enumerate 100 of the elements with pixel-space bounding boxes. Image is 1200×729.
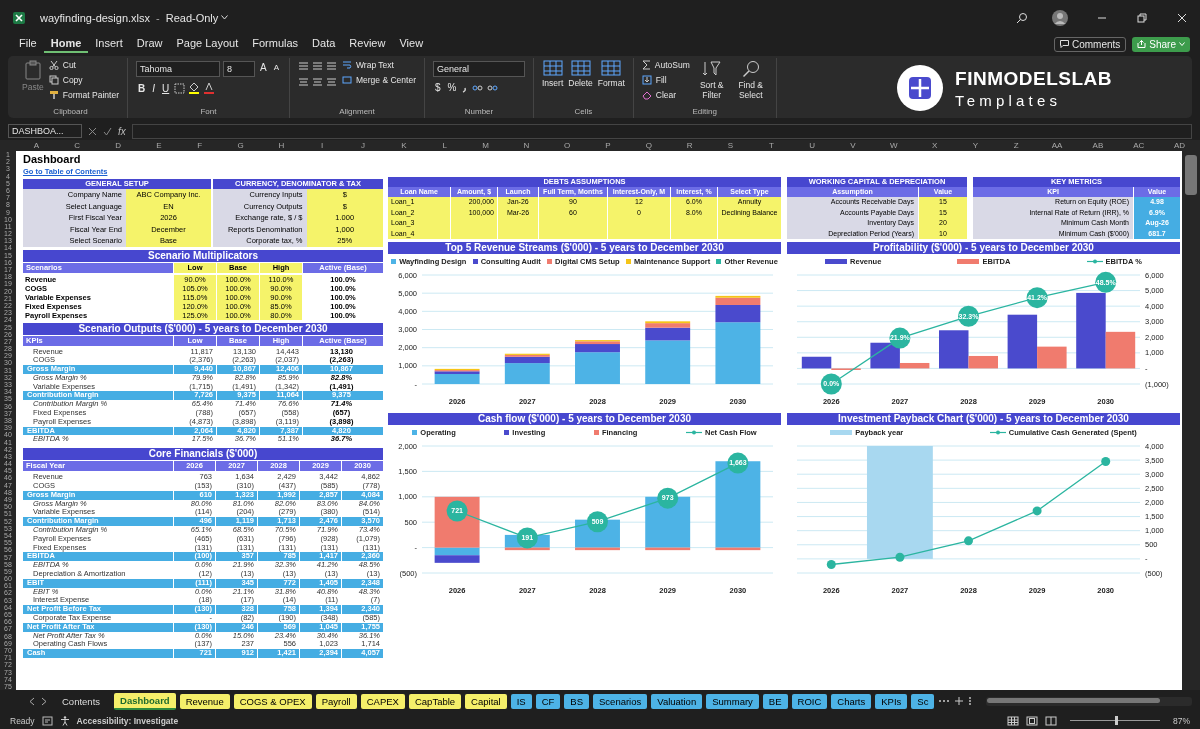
sheet-tab[interactable]: BE: [762, 693, 788, 709]
copy-button[interactable]: Copy: [48, 73, 119, 86]
check-icon[interactable]: [103, 126, 112, 136]
next-sheet-icon[interactable]: [40, 696, 48, 706]
column-header[interactable]: C: [56, 140, 98, 151]
menu-tab[interactable]: Formulas: [245, 35, 306, 53]
close-icon[interactable]: [1176, 11, 1188, 24]
font-style-button[interactable]: U: [160, 82, 172, 94]
fill-button[interactable]: Fill: [641, 73, 690, 86]
menu-tab[interactable]: Review: [342, 35, 393, 53]
zoom-level[interactable]: 87%: [1173, 715, 1190, 726]
shrink-font-button[interactable]: A: [271, 63, 281, 72]
column-header[interactable]: AD: [1159, 140, 1200, 151]
font-name-dropdown[interactable]: Tahoma: [135, 61, 220, 77]
vertical-align-icon[interactable]: [298, 61, 309, 71]
input-cell[interactable]: [671, 228, 717, 239]
sheet-tab[interactable]: BS: [564, 693, 589, 709]
vertical-align-icon[interactable]: [326, 61, 337, 71]
clear-button[interactable]: Clear: [641, 88, 690, 101]
increase-decimal-icon[interactable]: [472, 82, 485, 93]
input-cell[interactable]: [718, 228, 781, 239]
insert-function-button[interactable]: fx: [118, 125, 126, 137]
previous-sheet-icon[interactable]: [28, 696, 36, 706]
column-header[interactable]: AA: [1036, 140, 1078, 151]
column-header[interactable]: A: [16, 140, 57, 151]
page-layout-icon[interactable]: [1026, 715, 1038, 726]
column-header[interactable]: F: [179, 140, 221, 151]
sheet-tab[interactable]: ROIC: [791, 693, 828, 709]
sheet-tab[interactable]: Contents: [52, 693, 111, 709]
column-header[interactable]: N: [505, 140, 547, 151]
column-header[interactable]: M: [465, 140, 506, 151]
name-box[interactable]: DASHBOA...: [8, 124, 82, 138]
comments-button[interactable]: Comments: [1053, 36, 1127, 52]
menu-tab[interactable]: View: [392, 35, 431, 53]
sheet-tab[interactable]: Scenarios: [593, 693, 648, 709]
input-cell[interactable]: [451, 228, 497, 239]
menu-tab[interactable]: Data: [305, 35, 343, 53]
column-header[interactable]: G: [220, 140, 261, 151]
restore-icon[interactable]: [1136, 11, 1148, 24]
column-header[interactable]: T: [750, 140, 792, 151]
accessibility-icon[interactable]: [59, 715, 70, 726]
sort-filter-button[interactable]: Sort & Filter: [694, 58, 729, 100]
sheet-tab[interactable]: Valuation: [651, 693, 703, 709]
input-cell[interactable]: [608, 228, 670, 239]
horizontal-align-icon[interactable]: [312, 77, 323, 87]
cancel-icon[interactable]: [88, 126, 97, 136]
horizontal-align-icon[interactable]: [298, 77, 309, 87]
cells-button[interactable]: Delete: [568, 58, 593, 88]
column-header[interactable]: AC: [1118, 140, 1160, 151]
accessibility-status[interactable]: Accessibility: Investigate: [76, 715, 179, 726]
sheet-tab[interactable]: CapTable: [408, 693, 462, 709]
sheet-tab[interactable]: KPIs: [875, 693, 908, 709]
slider-thumb[interactable]: [1115, 716, 1118, 725]
number-format-button[interactable]: $: [433, 82, 443, 93]
vertical-align-icon[interactable]: [312, 61, 323, 71]
options-icon[interactable]: [968, 696, 973, 706]
macro-icon[interactable]: [41, 715, 53, 726]
number-format-dropdown[interactable]: General: [433, 61, 525, 77]
column-header[interactable]: P: [587, 140, 629, 151]
page-break-icon[interactable]: [1045, 715, 1057, 726]
paste-button[interactable]: Paste: [22, 58, 44, 92]
find-select-button[interactable]: Find & Select: [733, 58, 768, 100]
font-color-icon[interactable]: [203, 82, 216, 94]
font-style-button[interactable]: I: [150, 82, 157, 94]
avatar-icon[interactable]: [1052, 9, 1068, 26]
more-sheets-icon[interactable]: [938, 699, 951, 703]
column-header[interactable]: Z: [995, 140, 1037, 151]
sheet-tab[interactable]: IS: [510, 693, 532, 709]
column-header[interactable]: D: [97, 140, 139, 151]
sheet-tab[interactable]: Payroll: [315, 693, 357, 709]
column-header[interactable]: U: [791, 140, 833, 151]
font-style-button[interactable]: B: [135, 82, 148, 94]
column-header[interactable]: AB: [1077, 140, 1119, 151]
sheet-tab[interactable]: Charts: [831, 693, 872, 709]
sheet-tab[interactable]: Summary: [706, 693, 759, 709]
input-cell[interactable]: [498, 228, 538, 239]
menu-tab[interactable]: Home: [43, 35, 89, 53]
add-sheet-icon[interactable]: [954, 696, 965, 706]
sheet-tab[interactable]: Sc: [911, 693, 935, 709]
column-header[interactable]: E: [138, 140, 180, 151]
menu-tab[interactable]: Insert: [88, 35, 130, 53]
sheet-tab[interactable]: Capital: [465, 693, 507, 709]
sheet-tab[interactable]: COGS & OPEX: [233, 693, 312, 709]
column-header[interactable]: O: [546, 140, 588, 151]
menu-tab[interactable]: Page Layout: [169, 35, 246, 53]
column-header[interactable]: X: [914, 140, 956, 151]
column-header[interactable]: K: [383, 140, 425, 151]
sheet-tab[interactable]: CF: [535, 693, 561, 709]
cells-button[interactable]: Insert: [542, 58, 564, 88]
decrease-decimal-icon[interactable]: [487, 82, 500, 93]
cells-button[interactable]: Format: [597, 58, 625, 88]
column-header[interactable]: Y: [955, 140, 996, 151]
column-header[interactable]: I: [301, 140, 343, 151]
column-header[interactable]: V: [832, 140, 874, 151]
column-header[interactable]: J: [342, 140, 384, 151]
font-size-dropdown[interactable]: 8: [222, 61, 255, 77]
sheet-tab[interactable]: CAPEX: [360, 693, 405, 709]
horizontal-scrollbar[interactable]: [986, 696, 1192, 706]
wrap-text-button[interactable]: Wrap Text: [342, 58, 416, 71]
column-header[interactable]: S: [710, 140, 751, 151]
